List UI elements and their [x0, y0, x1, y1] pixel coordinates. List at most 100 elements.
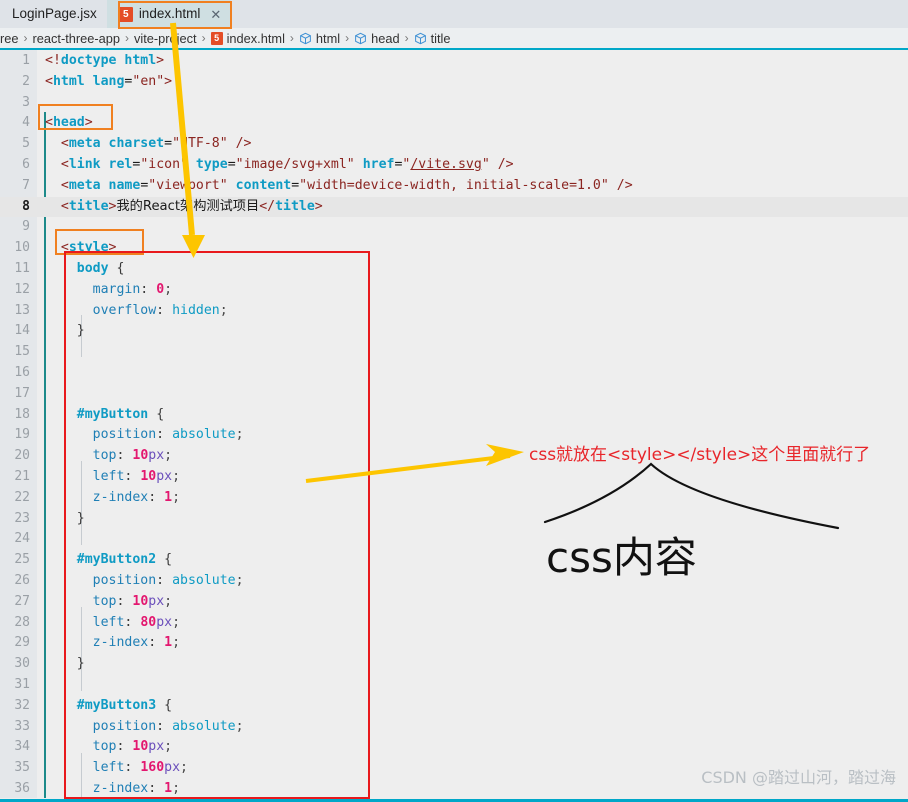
code-line[interactable]: 3: [0, 93, 908, 114]
code-line[interactable]: 23 }: [0, 509, 908, 530]
code-line[interactable]: 11 body {: [0, 259, 908, 280]
code-line[interactable]: 8 <title>我的React架构测试项目</title>: [0, 196, 908, 218]
code-line[interactable]: 29 z-index: 1;: [0, 633, 908, 654]
cube-icon: [299, 32, 312, 45]
code-text: top: 10px;: [92, 448, 173, 464]
code-text: }: [76, 323, 85, 339]
code-text: #myButton3 {: [76, 697, 173, 713]
code-text: left: 80px;: [92, 614, 181, 630]
code-line[interactable]: 17: [0, 384, 908, 405]
code-line[interactable]: 24: [0, 529, 908, 550]
breadcrumb-item-title[interactable]: title: [414, 31, 451, 46]
code-text: left: 160px;: [92, 760, 188, 776]
code-line[interactable]: 22 z-index: 1;: [0, 488, 908, 509]
breadcrumb-separator: ›: [23, 31, 28, 45]
line-number: 7: [22, 177, 30, 193]
code-text: <!doctype html>: [45, 53, 165, 68]
code-text: z-index: 1;: [92, 635, 181, 651]
code-lines[interactable]: 1 <!doctype html> 2 <html lang="en"> 3 4 <head…: [0, 50, 908, 798]
breadcrumb-separator: ›: [201, 31, 206, 45]
line-number: 33: [14, 718, 30, 734]
code-text: top: 10px;: [92, 593, 173, 609]
code-text: <style>: [60, 240, 117, 256]
line-number: 8: [22, 198, 30, 214]
code-line[interactable]: 13 overflow: hidden;: [0, 301, 908, 322]
annotation-label-css-content: css内容: [546, 533, 697, 582]
code-text: position: absolute;: [92, 718, 244, 734]
breadcrumb-item-vite-project[interactable]: vite-project: [134, 31, 197, 46]
code-line[interactable]: 33 position: absolute;: [0, 717, 908, 738]
code-line[interactable]: 5 <meta charset="UTF-8" />: [0, 134, 908, 155]
line-number: 23: [14, 510, 30, 526]
code-line[interactable]: 16: [0, 363, 908, 384]
line-number: 24: [14, 531, 30, 547]
line-number: 16: [14, 365, 30, 380]
code-line[interactable]: 14 }: [0, 321, 908, 342]
code-line[interactable]: 4 <head>: [0, 113, 908, 134]
code-text: left: 10px;: [92, 469, 181, 484]
code-text: overflow: hidden;: [92, 302, 228, 318]
line-number: 17: [14, 385, 30, 401]
cube-icon: [354, 32, 367, 45]
breadcrumb-item-react-three-app[interactable]: react-three-app: [33, 31, 121, 46]
line-number: 27: [14, 593, 30, 609]
code-line[interactable]: 27 top: 10px;: [0, 592, 908, 613]
breadcrumb-label: vite-project: [134, 30, 197, 46]
line-number: 15: [14, 344, 30, 360]
code-text: z-index: 1;: [92, 781, 181, 796]
breadcrumb-item-head[interactable]: head: [354, 30, 400, 46]
code-line[interactable]: 6 <link rel="icon" type="image/svg+xml" …: [0, 155, 908, 176]
editor-tabbar: LoginPage.jsx index.html ✕: [0, 0, 908, 29]
line-number: 14: [14, 323, 30, 339]
tab-label: LoginPage.jsx: [12, 6, 97, 22]
code-line[interactable]: 7 <meta name="viewport" content="width=d…: [0, 176, 908, 197]
code-line[interactable]: 2 <html lang="en">: [0, 72, 908, 93]
breadcrumb: ree › react-three-app › vite-project › i…: [0, 28, 908, 48]
line-number: 26: [14, 573, 30, 588]
code-text: <meta name="viewport" content="width=dev…: [60, 177, 633, 193]
code-line[interactable]: 9: [0, 217, 908, 238]
code-line[interactable]: 12 margin: 0;: [0, 280, 908, 301]
breadcrumb-separator: ›: [404, 31, 409, 45]
close-icon[interactable]: ✕: [210, 8, 221, 21]
line-number: 36: [14, 781, 30, 796]
code-editor[interactable]: 1 <!doctype html> 2 <html lang="en"> 3 4 <head…: [0, 50, 908, 798]
line-number: 1: [22, 53, 30, 68]
line-number: 35: [14, 760, 30, 776]
code-line[interactable]: 31: [0, 675, 908, 696]
breadcrumb-label: react-three-app: [32, 30, 121, 46]
line-number: 22: [14, 489, 30, 505]
breadcrumb-item-html[interactable]: html: [299, 31, 340, 46]
line-number: 6: [22, 157, 30, 172]
line-number: 2: [22, 73, 30, 89]
breadcrumb-label: html: [315, 30, 341, 46]
breadcrumb-item-ree[interactable]: ree: [0, 31, 19, 46]
code-line[interactable]: 25 #myButton2 {: [0, 550, 908, 571]
code-line[interactable]: 30 }: [0, 654, 908, 675]
code-line[interactable]: 1 <!doctype html>: [0, 51, 908, 72]
code-text: body {: [76, 261, 125, 276]
line-number: 11: [14, 261, 30, 276]
tab-index-html[interactable]: index.html ✕: [106, 0, 232, 28]
code-line[interactable]: 21 left: 10px;: [0, 467, 908, 488]
code-line[interactable]: 28 left: 80px;: [0, 613, 908, 634]
line-number: 4: [22, 115, 30, 131]
breadcrumb-separator: ›: [289, 31, 294, 45]
code-line[interactable]: 18 #myButton {: [0, 405, 908, 426]
code-text: }: [76, 510, 85, 526]
code-line[interactable]: 10 <style>: [0, 238, 908, 259]
code-line[interactable]: 26 position: absolute;: [0, 571, 908, 592]
cube-icon: [414, 32, 427, 45]
tab-loginpage-jsx[interactable]: LoginPage.jsx: [0, 0, 107, 28]
breadcrumb-item-index-html[interactable]: index.html: [210, 31, 285, 46]
code-line[interactable]: 15: [0, 342, 908, 363]
html5-icon: [210, 31, 223, 45]
code-text: #myButton2 {: [76, 552, 173, 568]
code-line[interactable]: 34 top: 10px;: [0, 737, 908, 758]
code-line[interactable]: 32 #myButton3 {: [0, 696, 908, 717]
watermark: CSDN @踏过山河，踏过海: [701, 768, 896, 787]
line-number: 12: [14, 281, 30, 297]
breadcrumb-label: head: [371, 30, 400, 46]
line-number: 30: [14, 656, 30, 672]
line-number: 34: [14, 739, 30, 755]
